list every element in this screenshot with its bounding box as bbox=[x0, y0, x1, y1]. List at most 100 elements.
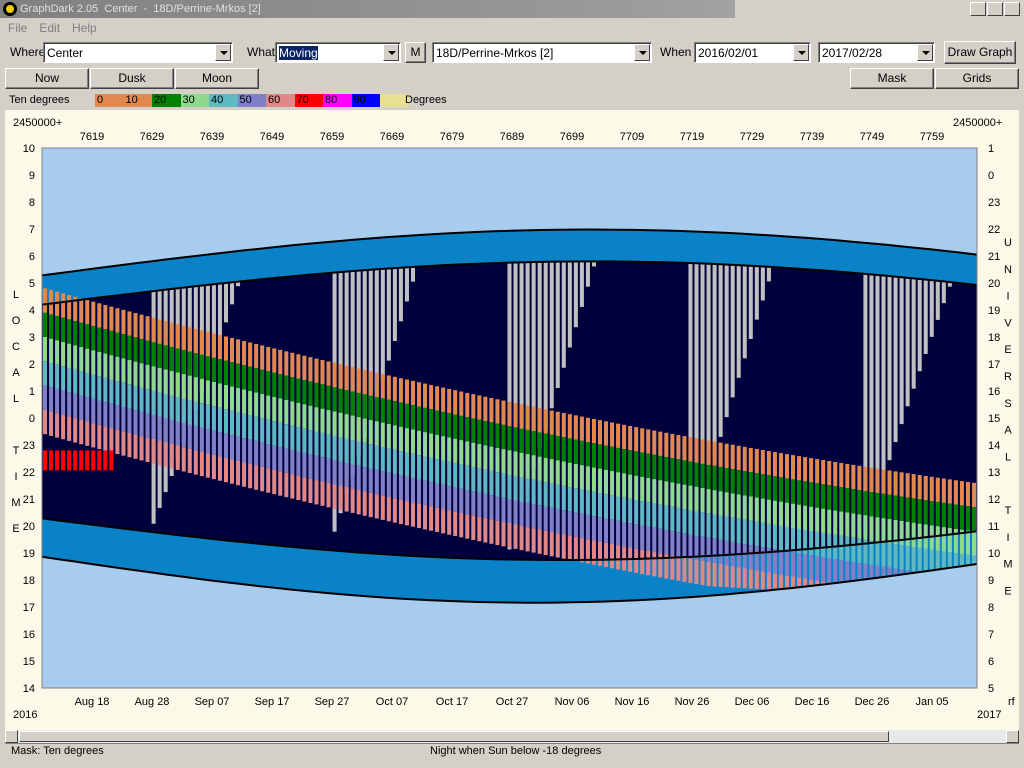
end-date-select[interactable]: 2017/02/28 bbox=[818, 42, 935, 63]
where-select[interactable]: Center bbox=[43, 42, 233, 63]
twilight-bar bbox=[578, 229, 586, 262]
altitude-bar bbox=[591, 491, 596, 517]
altitude-bar bbox=[169, 395, 174, 420]
altitude-bar bbox=[803, 529, 808, 555]
moon-button[interactable]: Moon bbox=[175, 68, 259, 89]
altitude-bar bbox=[362, 369, 367, 395]
menu-edit[interactable]: Edit bbox=[39, 21, 60, 35]
altitude-bar bbox=[730, 566, 735, 588]
altitude-bar bbox=[260, 418, 265, 443]
moon-bar bbox=[766, 266, 771, 282]
twilight-bar bbox=[241, 250, 248, 282]
twilight-bar bbox=[910, 247, 918, 279]
year-right: 2017 bbox=[977, 709, 1001, 721]
chevron-down-icon[interactable] bbox=[793, 44, 809, 61]
twilight-bar bbox=[578, 559, 586, 603]
altitude-bar bbox=[513, 500, 518, 525]
altitude-bar bbox=[429, 457, 434, 483]
altitude-bar bbox=[591, 540, 596, 565]
altitude-bar bbox=[640, 428, 645, 453]
altitude-bar bbox=[61, 293, 66, 318]
altitude-bar bbox=[181, 374, 186, 399]
local-time-letter: M bbox=[11, 497, 20, 509]
legend-swatch: 0 bbox=[95, 94, 124, 107]
altitude-bar bbox=[386, 496, 391, 522]
altitude-bar bbox=[567, 511, 572, 536]
chevron-down-icon[interactable] bbox=[215, 44, 231, 61]
altitude-bar bbox=[748, 496, 753, 521]
jd-tick-label: 7749 bbox=[860, 131, 884, 143]
ut-hour-tick: 5 bbox=[988, 683, 994, 695]
draw-graph-button[interactable]: Draw Graph bbox=[944, 41, 1016, 64]
now-button[interactable]: Now bbox=[5, 68, 89, 89]
altitude-bar bbox=[501, 473, 506, 498]
altitude-bar bbox=[392, 449, 397, 475]
altitude-bar bbox=[947, 527, 952, 553]
scroll-right-arrow-icon[interactable] bbox=[1006, 730, 1019, 743]
altitude-bar bbox=[223, 433, 228, 458]
altitude-bar bbox=[610, 446, 615, 472]
altitude-bar bbox=[471, 418, 476, 443]
altitude-bar bbox=[815, 531, 820, 557]
moon-bar bbox=[754, 266, 759, 320]
altitude-bar bbox=[947, 503, 952, 528]
close-button[interactable]: ✕ bbox=[1004, 2, 1020, 16]
menu-help[interactable]: Help bbox=[72, 21, 97, 35]
twilight-bar bbox=[265, 544, 272, 587]
legend-unit: Degrees bbox=[405, 94, 447, 106]
dusk-button[interactable]: Dusk bbox=[90, 68, 174, 89]
altitude-bar bbox=[302, 428, 307, 453]
altitude-bar bbox=[290, 474, 295, 499]
chevron-down-icon[interactable] bbox=[383, 44, 399, 61]
jd-tick-label: 7669 bbox=[380, 131, 404, 143]
jd-tick-label: 7729 bbox=[740, 131, 764, 143]
moon-bar bbox=[911, 278, 916, 389]
scroll-left-arrow-icon[interactable] bbox=[5, 730, 18, 743]
twilight-bar bbox=[657, 230, 664, 263]
twilight-bar bbox=[277, 246, 284, 278]
minimize-button[interactable]: _ bbox=[970, 2, 986, 16]
altitude-bar bbox=[941, 502, 946, 528]
moon-bar bbox=[730, 264, 735, 398]
chevron-down-icon[interactable] bbox=[634, 44, 650, 61]
m-button[interactable]: M bbox=[405, 42, 426, 63]
twilight-bar bbox=[506, 559, 514, 603]
start-date-select[interactable]: 2016/02/01 bbox=[694, 42, 811, 63]
altitude-bar bbox=[863, 491, 868, 516]
restore-button[interactable]: ❐ bbox=[987, 2, 1003, 16]
chevron-down-icon[interactable] bbox=[917, 44, 933, 61]
altitude-bar bbox=[748, 569, 753, 589]
altitude-bar bbox=[676, 532, 681, 557]
altitude-bar bbox=[151, 415, 156, 440]
twilight-bar bbox=[771, 235, 779, 268]
altitude-bar bbox=[302, 477, 307, 502]
altitude-bar bbox=[754, 448, 759, 474]
object-select[interactable]: 18D/Perrine-Mrkos [2] bbox=[432, 42, 652, 63]
altitude-bar bbox=[513, 451, 518, 476]
scroll-thumb[interactable] bbox=[19, 731, 889, 742]
altitude-bar bbox=[193, 401, 198, 426]
twilight-bar bbox=[518, 230, 526, 263]
altitude-bar bbox=[211, 333, 216, 358]
grids-button[interactable]: Grids bbox=[935, 68, 1019, 89]
altitude-bar bbox=[911, 498, 916, 523]
app-icon[interactable] bbox=[3, 2, 17, 16]
altitude-bar bbox=[350, 391, 355, 416]
menu-file[interactable]: File bbox=[8, 21, 27, 35]
local-hour-tick: 9 bbox=[29, 170, 35, 182]
local-hour-tick: 22 bbox=[23, 467, 35, 479]
what-select[interactable]: Moving bbox=[275, 42, 401, 63]
twilight-bar bbox=[868, 243, 875, 275]
altitude-bar bbox=[682, 533, 687, 558]
altitude-bar bbox=[151, 366, 156, 391]
altitude-bar bbox=[791, 479, 796, 504]
twilight-bar bbox=[337, 551, 345, 595]
altitude-bar bbox=[706, 489, 711, 514]
twilight-bar bbox=[820, 239, 827, 271]
altitude-bar bbox=[296, 402, 301, 428]
twilight-bar bbox=[777, 236, 785, 268]
twilight-bar bbox=[554, 229, 562, 262]
mask-button[interactable]: Mask bbox=[850, 68, 934, 89]
horizontal-scrollbar[interactable] bbox=[5, 730, 1019, 743]
moon-bar bbox=[742, 265, 747, 359]
